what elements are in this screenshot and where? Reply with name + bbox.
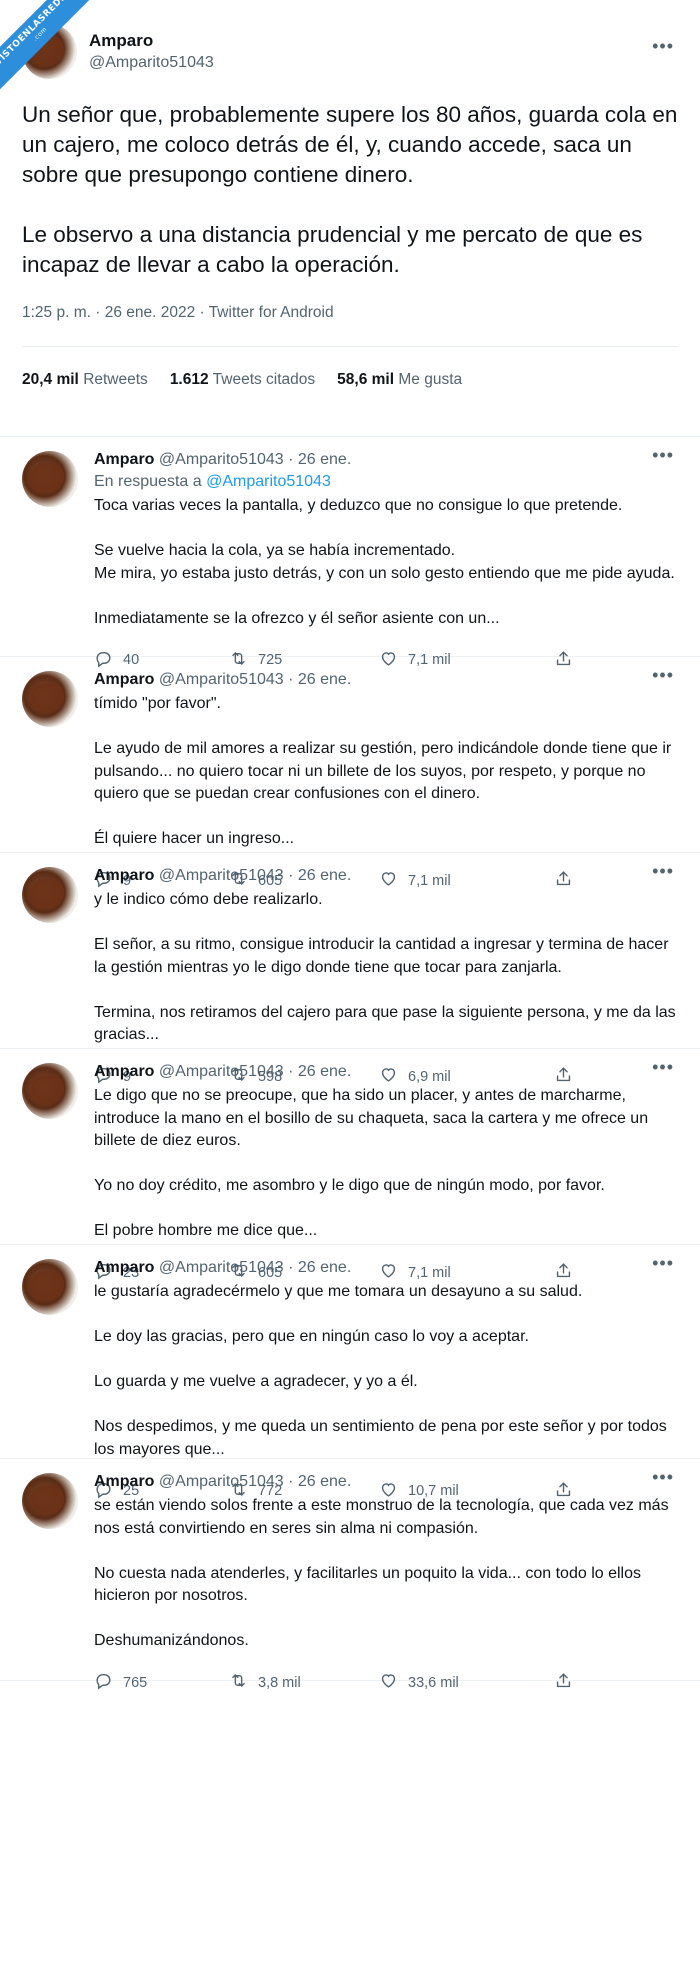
reply-paragraph: se están viendo solos frente a este mons…	[94, 1497, 669, 1537]
reply-text: le gustaría agradecérmelo y que me tomar…	[94, 1281, 678, 1461]
avatar[interactable]	[22, 1473, 78, 1529]
author-name[interactable]: Amparo	[94, 1063, 154, 1080]
tweet-actions: 765 3,8 mil 33,6 mil	[94, 1669, 678, 1697]
avatar[interactable]	[22, 451, 78, 507]
author-handle-date[interactable]: @Amparito51043 · 26 ene.	[159, 867, 351, 884]
reply-paragraph: El pobre hombre me dice que...	[94, 1222, 318, 1239]
reply-paragraph: Él quiere hacer un ingreso...	[94, 830, 295, 847]
reply-button[interactable]: 765	[94, 1671, 229, 1694]
reply-text: se están viendo solos frente a este mons…	[94, 1495, 678, 1653]
more-options-icon[interactable]: •••	[652, 36, 674, 57]
reply-paragraph: Le ayudo de mil amores a realizar su ges…	[94, 740, 672, 802]
tweet-text: Un señor que, probablemente supere los 8…	[22, 102, 678, 277]
reply-paragraph: No cuesta nada atenderles, y facilitarle…	[94, 1564, 641, 1605]
reply-paragraph: Le doy las gracias, pero que en ningún c…	[94, 1328, 529, 1345]
more-options-icon[interactable]: •••	[652, 1467, 674, 1488]
retweets-stat[interactable]: 20,4 mil Retweets	[22, 371, 148, 389]
more-options-icon[interactable]: •••	[652, 1253, 674, 1274]
reply-paragraph: le gustaría agradecérmelo y que me tomar…	[94, 1283, 583, 1300]
reply-icon	[94, 1671, 113, 1694]
in-reply-to-handle[interactable]: @Amparito51043	[206, 473, 331, 490]
retweet-button[interactable]: 3,8 mil	[229, 1671, 379, 1694]
tweet-timestamp[interactable]: 1:25 p. m. · 26 ene. 2022 · Twitter for …	[22, 304, 678, 322]
author-handle-date[interactable]: @Amparito51043 · 26 ene.	[159, 1063, 351, 1080]
likes-stat[interactable]: 58,6 mil Me gusta	[337, 371, 462, 389]
author-name[interactable]: Amparo	[94, 451, 154, 468]
share-button[interactable]	[554, 1671, 573, 1694]
heart-icon	[379, 1671, 398, 1694]
reply-paragraph: Nos despedimos, y me queda un sentimient…	[94, 1418, 667, 1458]
reply-tweet[interactable]: ••• Amparo @Amparito51043 · 26 ene. y le i…	[0, 853, 700, 1085]
reply-text: tímido "por favor". Le ayudo de mil amore…	[94, 693, 678, 851]
author-name[interactable]: Amparo	[94, 867, 154, 884]
reply-paragraph: Se vuelve hacia la cola, ya se había inc…	[94, 542, 675, 582]
reply-paragraph: Termina, nos retiramos del cajero para q…	[94, 1003, 676, 1044]
avatar[interactable]	[22, 671, 78, 727]
author-handle-date[interactable]: @Amparito51043 · 26 ene.	[159, 671, 351, 688]
avatar[interactable]	[22, 1259, 78, 1315]
reply-paragraph: Lo guarda y me vuelve a agradecer, y yo …	[94, 1373, 418, 1390]
reply-paragraph: El señor, a su ritmo, consigue introduci…	[94, 936, 669, 976]
reply-paragraph: Le digo que no se preocupe, que ha sido …	[94, 1087, 649, 1149]
reply-tweet[interactable]: ••• Amparo @Amparito51043 · 26 ene. Le dig…	[0, 1049, 700, 1281]
reply-text: Toca varias veces la pantalla, y deduzco…	[94, 495, 678, 630]
reply-paragraph: Yo no doy crédito, me asombro y le digo …	[94, 1177, 605, 1194]
reply-paragraph: Inmediatamente se la ofrezco y él señor …	[94, 609, 500, 627]
author-handle-date[interactable]: @Amparito51043 · 26 ene.	[159, 1473, 351, 1490]
like-button[interactable]: 33,6 mil	[379, 1671, 554, 1694]
tweet-stats: 20,4 mil Retweets 1.612 Tweets citados 5…	[22, 346, 678, 389]
avatar[interactable]	[22, 1063, 78, 1119]
author-handle-date[interactable]: @Amparito51043 · 26 ene.	[159, 1259, 351, 1276]
reply-count: 765	[123, 1674, 148, 1691]
author-handle-date[interactable]: @Amparito51043 · 26 ene.	[159, 451, 351, 468]
reply-tweet[interactable]: ••• Amparo @Amparito51043 · 26 ene. se est…	[0, 1459, 700, 1691]
reply-tweet[interactable]: ••• Amparo @Amparito51043 · 26 ene. tímido…	[0, 657, 700, 889]
more-options-icon[interactable]: •••	[652, 445, 674, 466]
author-name[interactable]: Amparo	[94, 1259, 154, 1276]
more-options-icon[interactable]: •••	[652, 861, 674, 882]
author-name[interactable]: Amparo	[89, 31, 214, 51]
reply-thread: ••• Amparo @Amparito51043 · 26 ene. En res…	[0, 437, 700, 1691]
retweet-icon	[229, 1671, 248, 1694]
main-tweet: Amparo @Amparito51043 ••• Un señor que, …	[0, 0, 700, 437]
in-reply-to: En respuesta a @Amparito51043	[94, 473, 331, 490]
author-name[interactable]: Amparo	[94, 671, 154, 688]
author-handle[interactable]: @Amparito51043	[89, 54, 214, 72]
avatar[interactable]	[22, 867, 78, 923]
share-icon	[554, 1671, 573, 1694]
reply-text: y le indico cómo debe realizarlo. El seño…	[94, 889, 678, 1047]
reply-text: Le digo que no se preocupe, que ha sido …	[94, 1085, 678, 1243]
reply-paragraph: tímido "por favor".	[94, 695, 221, 712]
more-options-icon[interactable]: •••	[652, 1057, 674, 1078]
reply-tweet[interactable]: ••• Amparo @Amparito51043 · 26 ene. le gus…	[0, 1245, 700, 1499]
author-name[interactable]: Amparo	[94, 1473, 154, 1490]
main-tweet-header: Amparo @Amparito51043 •••	[22, 20, 678, 82]
like-count: 33,6 mil	[408, 1674, 459, 1691]
more-options-icon[interactable]: •••	[652, 665, 674, 686]
quotes-stat[interactable]: 1.612 Tweets citados	[170, 371, 315, 389]
reply-paragraph: Toca varias veces la pantalla, y deduzco…	[94, 497, 623, 514]
retweet-count: 3,8 mil	[258, 1674, 301, 1691]
reply-paragraph: y le indico cómo debe realizarlo.	[94, 891, 323, 908]
reply-tweet[interactable]: ••• Amparo @Amparito51043 · 26 ene. En res…	[0, 437, 700, 668]
reply-paragraph: Deshumanizándonos.	[94, 1632, 249, 1649]
